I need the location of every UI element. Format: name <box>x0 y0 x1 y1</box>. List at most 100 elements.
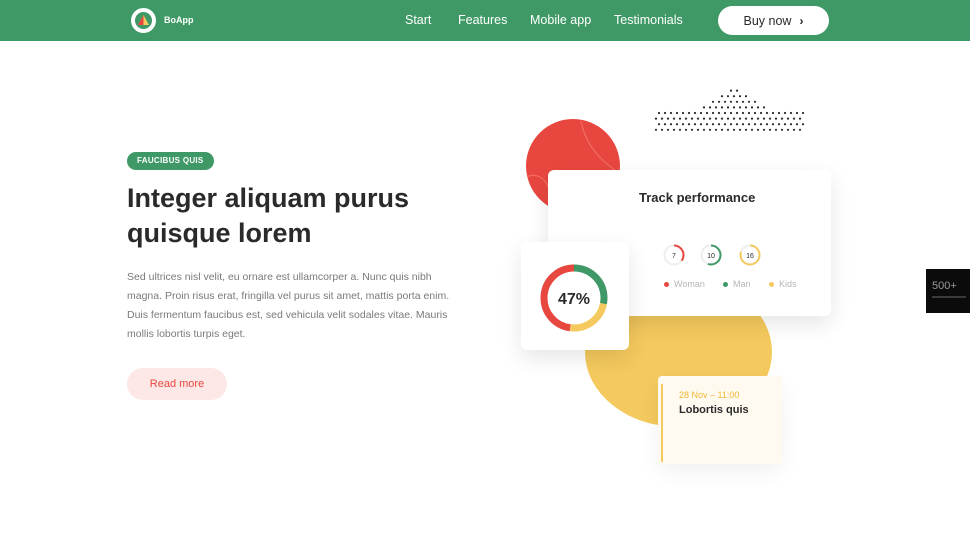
pattern-dot <box>795 111 799 115</box>
pattern-dot <box>723 111 727 115</box>
pattern-dot <box>675 123 679 126</box>
pattern-dot <box>768 117 772 120</box>
pattern-dot <box>759 111 763 115</box>
nav-link-mobile-app[interactable]: Mobile app <box>530 13 591 27</box>
pattern-dot <box>702 106 706 109</box>
pattern-dot <box>696 128 700 131</box>
pattern-dot <box>741 111 745 115</box>
pattern-dot <box>657 123 661 126</box>
side-counter-badge[interactable]: 500+ <box>926 269 970 313</box>
pattern-dot <box>708 106 712 109</box>
pattern-dot <box>726 106 730 109</box>
pattern-dot <box>744 95 748 98</box>
pattern-dot <box>738 95 742 98</box>
hero-badge: FAUCIBUS QUIS <box>127 152 214 170</box>
metric-ring-woman: 7 <box>663 244 685 266</box>
brand-name[interactable]: BoApp <box>164 15 194 25</box>
pattern-dot <box>693 111 697 115</box>
pattern-dot <box>777 111 781 115</box>
metric-ring-kids: 16 <box>739 244 761 266</box>
pattern-dot <box>753 100 757 103</box>
event-title: Lobortis quis <box>679 404 749 416</box>
pattern-dot <box>783 111 787 115</box>
pattern-dot <box>684 117 688 120</box>
pattern-dot <box>786 128 790 131</box>
pattern-dot <box>759 123 763 126</box>
pattern-dot <box>720 95 724 98</box>
pattern-dot <box>789 123 793 126</box>
pattern-dot <box>792 128 796 131</box>
nav-link-testimonials[interactable]: Testimonials <box>614 13 683 27</box>
pattern-dot <box>663 111 667 115</box>
pattern-dot <box>750 106 754 109</box>
pattern-dot <box>654 128 658 131</box>
read-more-button[interactable]: Read more <box>127 368 227 400</box>
dot-pattern-decoration <box>654 89 805 131</box>
pattern-dot <box>762 128 766 131</box>
pattern-dot <box>765 123 769 126</box>
pattern-dot <box>660 128 664 131</box>
pattern-dot <box>768 128 772 131</box>
pattern-dot <box>801 111 805 115</box>
pattern-dot <box>732 95 736 98</box>
pattern-dot <box>696 117 700 120</box>
pattern-dot <box>729 111 733 115</box>
pattern-dot <box>765 111 769 115</box>
pattern-dot <box>690 117 694 120</box>
pattern-dot <box>693 123 697 126</box>
pattern-dot <box>720 128 724 131</box>
pattern-dot <box>738 117 742 120</box>
buy-now-button[interactable]: Buy now › <box>718 6 829 35</box>
legend-label-kids: Kids <box>779 279 797 289</box>
pattern-dot <box>705 111 709 115</box>
pattern-dot <box>753 111 757 115</box>
side-counter-underline <box>932 296 966 298</box>
pattern-dot <box>732 106 736 109</box>
pattern-dot <box>723 123 727 126</box>
buy-now-label: Buy now <box>743 13 792 28</box>
pattern-dot <box>756 128 760 131</box>
pattern-dot <box>726 117 730 120</box>
pattern-dot <box>744 117 748 120</box>
pattern-dot <box>795 123 799 126</box>
pattern-dot <box>774 128 778 131</box>
pattern-dot <box>657 111 661 115</box>
pattern-dot <box>687 123 691 126</box>
pattern-dot <box>771 111 775 115</box>
event-card: 28 Nov – 11:00 Lobortis quis <box>658 376 782 464</box>
nav-link-features[interactable]: Features <box>458 13 507 27</box>
pattern-dot <box>720 117 724 120</box>
pattern-dot <box>729 123 733 126</box>
pattern-dot <box>789 111 793 115</box>
metric-value-man: 10 <box>707 253 715 260</box>
legend-dot-man <box>723 281 728 287</box>
pattern-dot <box>726 128 730 131</box>
pattern-dot <box>786 117 790 120</box>
pattern-dot <box>678 128 682 131</box>
pattern-dot <box>702 128 706 131</box>
logo-icon[interactable] <box>131 8 156 33</box>
pattern-dot <box>780 117 784 120</box>
pattern-dot <box>798 117 802 120</box>
pattern-dot <box>762 106 766 109</box>
legend-dot-woman <box>664 281 669 287</box>
pattern-dot <box>711 111 715 115</box>
pattern-dot <box>744 128 748 131</box>
pattern-dot <box>654 117 658 120</box>
pattern-dot <box>699 111 703 115</box>
event-date: 28 Nov – 11:00 <box>679 390 740 400</box>
pattern-dot <box>678 117 682 120</box>
metric-ring-man: 10 <box>700 244 722 266</box>
nav-link-start[interactable]: Start <box>405 13 431 27</box>
pattern-dot <box>681 123 685 126</box>
pattern-dot <box>774 117 778 120</box>
legend-label-man: Man <box>733 279 751 289</box>
metric-value-woman: 7 <box>672 253 676 260</box>
pattern-dot <box>792 117 796 120</box>
pattern-dot <box>699 123 703 126</box>
pattern-dot <box>744 106 748 109</box>
pattern-dot <box>798 128 802 131</box>
pattern-dot <box>783 123 787 126</box>
pattern-dot <box>714 117 718 120</box>
pattern-dot <box>717 123 721 126</box>
